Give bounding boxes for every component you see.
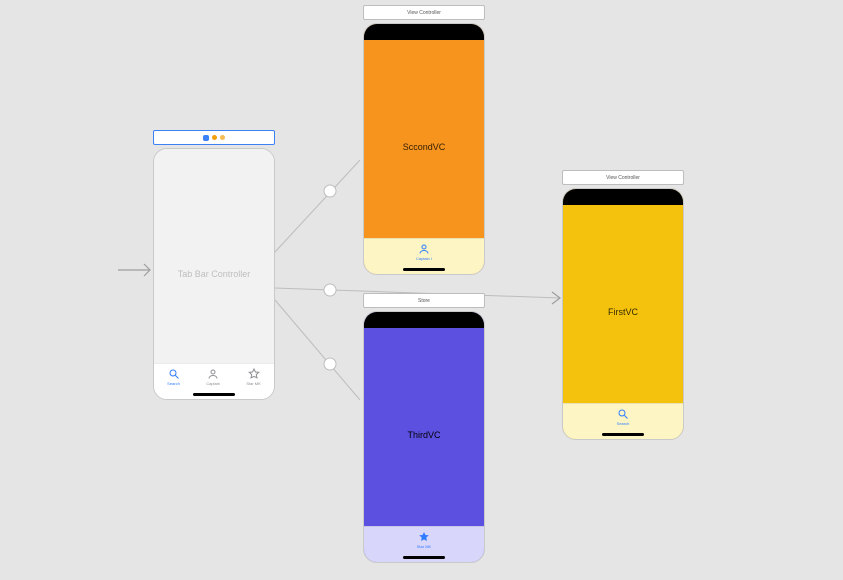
- scene-titlebar[interactable]: View Controller: [562, 170, 684, 185]
- phone-frame[interactable]: FirstVC Search: [562, 188, 684, 440]
- person-icon: [207, 368, 219, 380]
- tab-label: Captain: [206, 381, 220, 386]
- tab-item-search[interactable]: Search: [167, 368, 180, 386]
- tab-label: Star MK: [417, 544, 431, 549]
- home-indicator: [602, 433, 644, 436]
- scene-header-label: Store: [418, 298, 430, 304]
- home-indicator: [193, 393, 235, 396]
- scene-third-vc[interactable]: Store ThirdVC Star MK: [363, 293, 485, 563]
- phone-frame[interactable]: ThirdVC Star MK: [363, 311, 485, 563]
- search-icon: [168, 368, 180, 380]
- first-responder-icon: [212, 135, 217, 140]
- search-icon: [617, 408, 629, 420]
- tab-item-captain[interactable]: Captain: [206, 368, 220, 386]
- entry-point-icon: [203, 135, 209, 141]
- scene-first-vc[interactable]: View Controller FirstVC Search: [562, 170, 684, 440]
- scene-titlebar[interactable]: [153, 130, 275, 145]
- vc-title-label: SccondVC: [364, 142, 484, 152]
- tab-label: Search: [617, 421, 630, 426]
- home-indicator: [403, 268, 445, 271]
- star-icon: [248, 368, 260, 380]
- segue-tabbar-to-third: [275, 300, 360, 400]
- scene-tab-bar-controller[interactable]: Tab Bar Controller Search Captain Star M…: [153, 130, 275, 400]
- star-icon: [418, 531, 430, 543]
- device-notch: [393, 24, 455, 40]
- scene-header-label: View Controller: [407, 10, 441, 16]
- phone-frame[interactable]: SccondVC Captain I: [363, 23, 485, 275]
- tab-label: Captain I: [416, 256, 432, 261]
- tab-item-captain[interactable]: Captain I: [416, 243, 432, 261]
- vc-title-label: FirstVC: [563, 307, 683, 317]
- vc-title-label: ThirdVC: [364, 430, 484, 440]
- scene-second-vc[interactable]: View Controller SccondVC Captain I: [363, 5, 485, 275]
- exit-icon: [220, 135, 225, 140]
- segue-tabbar-to-second: [275, 160, 360, 252]
- person-icon: [418, 243, 430, 255]
- scene-titlebar[interactable]: View Controller: [363, 5, 485, 20]
- controller-title-label: Tab Bar Controller: [154, 269, 274, 279]
- device-notch: [393, 312, 455, 328]
- home-indicator: [403, 556, 445, 559]
- storyboard-canvas[interactable]: { "scenes": { "tabbar": { "title": "Tab …: [0, 0, 843, 580]
- tab-item-star[interactable]: Star MK: [246, 368, 260, 386]
- entry-point-arrow: [118, 264, 150, 276]
- tab-item-search[interactable]: Search: [617, 408, 630, 426]
- tab-label: Search: [167, 381, 180, 386]
- phone-frame[interactable]: Tab Bar Controller Search Captain Star M…: [153, 148, 275, 400]
- device-notch: [592, 189, 654, 205]
- scene-header-label: View Controller: [606, 175, 640, 181]
- tab-item-star[interactable]: Star MK: [417, 531, 431, 549]
- tab-label: Star MK: [246, 381, 260, 386]
- scene-titlebar[interactable]: Store: [363, 293, 485, 308]
